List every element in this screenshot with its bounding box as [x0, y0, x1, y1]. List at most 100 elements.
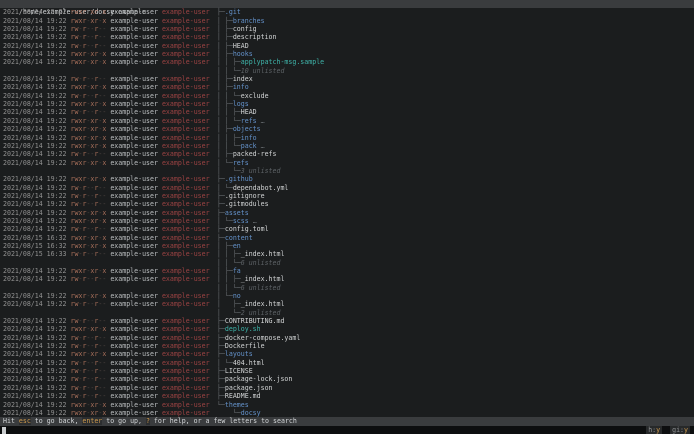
entry-name[interactable]: index	[233, 75, 253, 83]
tree-row[interactable]: 2021/08/14 19:22 rw-r--r-- example-user …	[0, 33, 694, 41]
tree-row[interactable]: 2021/08/15 16:32 rwxr-xr-x example-user …	[0, 242, 694, 250]
tree-row[interactable]: 2021/08/14 19:22 rw-r--r-- example-user …	[0, 192, 694, 200]
search-input[interactable]: h:y gi:y	[0, 425, 694, 434]
tree-row[interactable]: 2021/08/14 19:22 rw-r--r-- example-user …	[0, 25, 694, 33]
entry-name[interactable]: refs	[233, 159, 249, 167]
entry-name[interactable]: layouts	[225, 350, 253, 358]
tree-row[interactable]: 2021/08/14 19:22 rwxr-xr-x example-user …	[0, 50, 694, 58]
entry-name[interactable]: pack	[241, 142, 257, 150]
entry-name[interactable]: HEAD	[233, 42, 249, 50]
entry-name[interactable]: Dockerfile	[225, 342, 265, 350]
tree-row[interactable]: 2021/08/14 19:22 rwxr-xr-x example-user …	[0, 8, 694, 16]
entry-name[interactable]: docker-compose.yaml	[225, 334, 300, 342]
entry-name[interactable]: exclude	[241, 92, 269, 100]
tree-row[interactable]: 2021/08/14 19:22 rw-r--r-- example-user …	[0, 375, 694, 383]
entry-name[interactable]: deploy.sh	[225, 325, 261, 333]
tree-row[interactable]: 2021/08/14 19:22 rwxr-xr-x example-user …	[0, 100, 694, 108]
tree-row[interactable]: 2021/08/15 16:32 rwxr-xr-x example-user …	[0, 234, 694, 242]
tree-row[interactable]: 2021/08/14 19:22 rw-r--r-- example-user …	[0, 334, 694, 342]
entry-name[interactable]: .gitignore	[225, 192, 265, 200]
entry-name[interactable]: info	[233, 83, 249, 91]
entry-name[interactable]: 3 unlisted	[241, 167, 281, 175]
tree-row[interactable]: 2021/08/14 19:22 rw-r--r-- example-user …	[0, 275, 694, 283]
tree-row[interactable]: 2021/08/14 19:22 rwxr-xr-x example-user …	[0, 117, 694, 125]
tree-row[interactable]: 2021/08/15 16:33 rw-r--r-- example-user …	[0, 250, 694, 258]
entry-name[interactable]: assets	[225, 209, 249, 217]
entry-name[interactable]: en	[233, 242, 241, 250]
tree-row[interactable]: 2021/08/14 19:22 rw-r--r-- example-user …	[0, 108, 694, 116]
entry-name[interactable]: package.json	[225, 384, 273, 392]
entry-name[interactable]: 2 unlisted	[241, 309, 281, 317]
tree-row[interactable]: 2021/08/14 19:22 rw-r--r-- example-user …	[0, 150, 694, 158]
entry-name[interactable]: fa	[233, 267, 241, 275]
entry-name[interactable]: objects	[233, 125, 261, 133]
tree-row[interactable]: 2021/08/14 19:22 rw-r--r-- example-user …	[0, 317, 694, 325]
entry-name[interactable]: content	[225, 234, 253, 242]
tree-row[interactable]: │ └─2 unlisted	[0, 309, 694, 317]
tree-row[interactable]: 2021/08/14 19:22 rw-r--r-- example-user …	[0, 359, 694, 367]
entry-name[interactable]: _index.html	[241, 275, 285, 283]
tree-row[interactable]: 2021/08/14 19:22 rw-r--r-- example-user …	[0, 200, 694, 208]
tree-row[interactable]: │ │ └─10 unlisted	[0, 67, 694, 75]
entry-name[interactable]: hooks	[233, 50, 253, 58]
entry-name[interactable]: package-lock.json	[225, 375, 293, 383]
root-path-bar[interactable]: /home/example-user/docsy-example	[0, 0, 694, 16]
tree-row[interactable]: 2021/08/14 19:22 rwxr-xr-x example-user …	[0, 409, 694, 417]
tree-row[interactable]: 2021/08/14 19:22 rwxr-xr-x example-user …	[0, 401, 694, 409]
tree-row[interactable]: 2021/08/14 19:22 rwxr-xr-x example-user …	[0, 267, 694, 275]
tree-row[interactable]: 2021/08/14 19:22 rwxr-xr-x example-user …	[0, 350, 694, 358]
entry-name[interactable]: docsy	[241, 409, 261, 417]
tree-row[interactable]: 2021/08/14 19:22 rwxr-xr-x example-user …	[0, 325, 694, 333]
tree-row[interactable]: 2021/08/14 19:22 rw-r--r-- example-user …	[0, 92, 694, 100]
entry-name[interactable]: config.toml	[225, 225, 269, 233]
entry-name[interactable]: 404.html	[233, 359, 265, 367]
tree-row[interactable]: 2021/08/14 19:22 rwxr-xr-x example-user …	[0, 83, 694, 91]
entry-name[interactable]: scss	[233, 217, 249, 225]
entry-name[interactable]: .git	[225, 8, 241, 16]
tree-row[interactable]: 2021/08/14 19:22 rw-r--r-- example-user …	[0, 384, 694, 392]
entry-name[interactable]: applypatch-msg.sample	[241, 58, 324, 66]
tree-row[interactable]: 2021/08/14 19:22 rwxr-xr-x example-user …	[0, 175, 694, 183]
entry-name[interactable]: description	[233, 33, 277, 41]
entry-name[interactable]: README.md	[225, 392, 261, 400]
entry-name[interactable]: dependabot.yml	[233, 184, 289, 192]
tree-row[interactable]: │ │ └─6 unlisted	[0, 284, 694, 292]
tree-row[interactable]: 2021/08/14 19:22 rw-r--r-- example-user …	[0, 42, 694, 50]
tree-row[interactable]: 2021/08/14 19:22 rwxr-xr-x example-user …	[0, 209, 694, 217]
tree-row[interactable]: 2021/08/14 19:22 rwxr-xr-x example-user …	[0, 17, 694, 25]
tree-row[interactable]: 2021/08/14 19:22 rw-r--r-- example-user …	[0, 225, 694, 233]
entry-name[interactable]: packed-refs	[233, 150, 277, 158]
entry-name[interactable]: 10 unlisted	[241, 67, 285, 75]
entry-name[interactable]: config	[233, 25, 257, 33]
tree-row[interactable]: 2021/08/14 19:22 rwxr-xr-x example-user …	[0, 125, 694, 133]
entry-name[interactable]: .github	[225, 175, 253, 183]
tree-row[interactable]: 2021/08/14 19:22 rwxr-xr-x example-user …	[0, 217, 694, 225]
entry-name[interactable]: 6 unlisted	[241, 259, 281, 267]
entry-name[interactable]: _index.html	[241, 300, 285, 308]
entry-name[interactable]: HEAD	[241, 108, 257, 116]
tree-row[interactable]: 2021/08/14 19:22 rwxr-xr-x example-user …	[0, 292, 694, 300]
tree-row[interactable]: 2021/08/14 19:22 rw-r--r-- example-user …	[0, 367, 694, 375]
tree-row[interactable]: 2021/08/14 19:22 rw-r--r-- example-user …	[0, 392, 694, 400]
entry-name[interactable]: themes	[225, 401, 249, 409]
tree-row[interactable]: 2021/08/14 19:22 rwxr-xr-x example-user …	[0, 134, 694, 142]
entry-name[interactable]: no	[233, 292, 241, 300]
entry-name[interactable]: CONTRIBUTING.md	[225, 317, 285, 325]
entry-name[interactable]: branches	[233, 17, 265, 25]
tree-row[interactable]: │ │ └─6 unlisted	[0, 259, 694, 267]
tree-row[interactable]: 2021/08/14 19:22 rwxr-xr-x example-user …	[0, 159, 694, 167]
entry-name[interactable]: 6 unlisted	[241, 284, 281, 292]
entry-name[interactable]: LICENSE	[225, 367, 253, 375]
tree-row[interactable]: 2021/08/14 19:22 rwxr-xr-x example-user …	[0, 142, 694, 150]
tree-row[interactable]: 2021/08/14 19:22 rw-r--r-- example-user …	[0, 300, 694, 308]
input-cursor[interactable]	[2, 426, 6, 434]
tree-row[interactable]: 2021/08/14 19:22 rw-r--r-- example-user …	[0, 75, 694, 83]
tree-row[interactable]: 2021/08/14 19:22 rw-r--r-- example-user …	[0, 184, 694, 192]
entry-name[interactable]: .gitmodules	[225, 200, 269, 208]
entry-name[interactable]: info	[241, 134, 257, 142]
entry-name[interactable]: logs	[233, 100, 249, 108]
tree-row[interactable]: 2021/08/14 19:22 rwxr-xr-x example-user …	[0, 58, 694, 66]
tree-row[interactable]: 2021/08/14 19:22 rw-r--r-- example-user …	[0, 342, 694, 350]
entry-name[interactable]: _index.html	[241, 250, 285, 258]
tree-row[interactable]: │ └─3 unlisted	[0, 167, 694, 175]
